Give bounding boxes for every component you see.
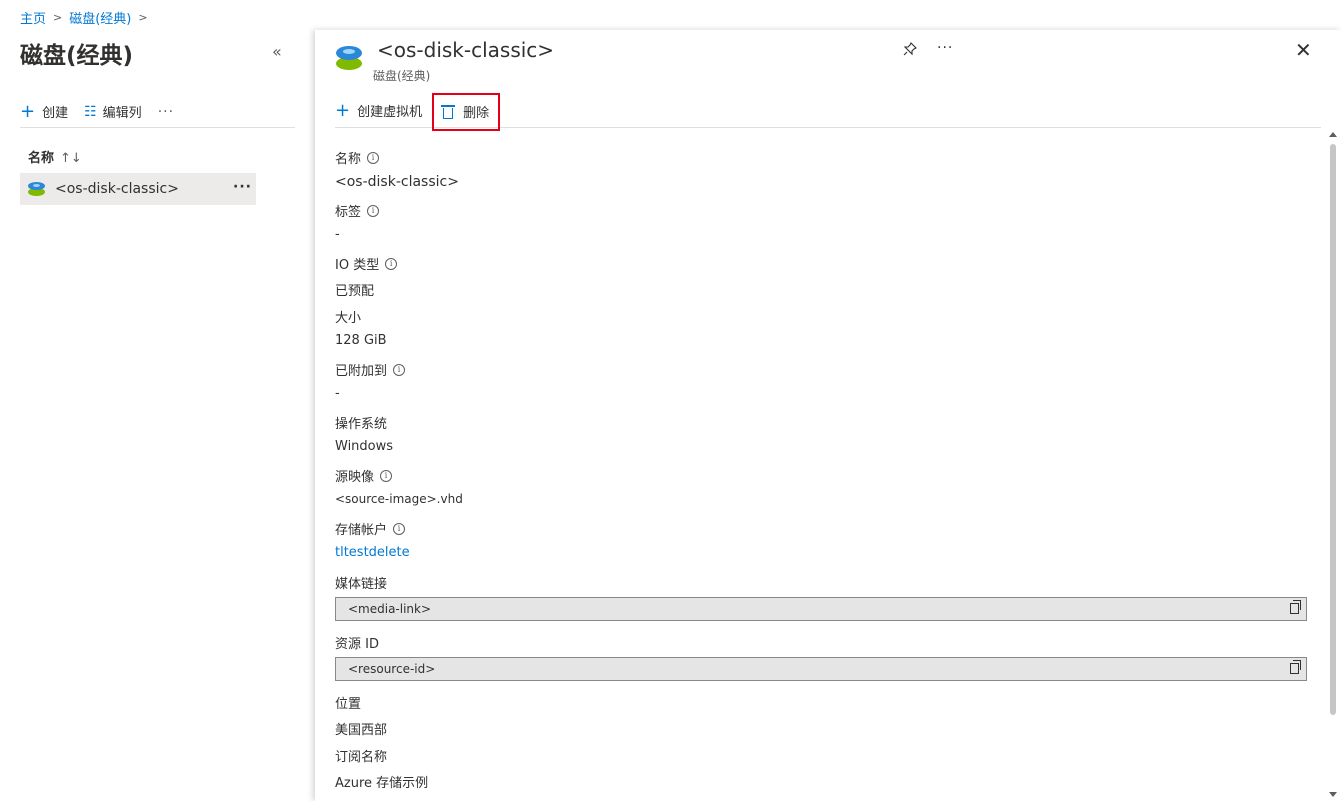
prop-media-link: 媒体链接 <media-link> [335, 573, 1307, 621]
info-icon[interactable]: i [380, 469, 393, 482]
resource-id-field[interactable]: <resource-id> [335, 657, 1307, 681]
delete-button[interactable]: 删除 [432, 92, 501, 131]
prop-label: 位置 [335, 697, 362, 712]
scrollbar-thumb[interactable] [1330, 144, 1336, 715]
prop-value: - [335, 386, 340, 401]
scroll-up-arrow[interactable] [1329, 132, 1337, 137]
create-label: 创建 [42, 106, 69, 121]
info-icon[interactable]: i [393, 363, 406, 376]
breadcrumb: 主页 > 磁盘(经典) > [20, 8, 155, 27]
media-link-value: <media-link> [348, 602, 432, 616]
prop-subscription: 订阅名称 Azure 存储示例 [335, 746, 1307, 791]
chevron-right-icon: > [138, 11, 148, 24]
column-header-name[interactable]: 名称 ↑↓ [28, 147, 82, 166]
prop-value: 美国西部 [335, 723, 388, 738]
prop-value: - [335, 227, 340, 242]
prop-location: 位置 美国西部 [335, 693, 1307, 738]
disk-icon [28, 182, 45, 196]
storage-account-link[interactable]: tltestdelete [335, 545, 1307, 560]
disk-detail-panel: <os-disk-classic> 磁盘(经典) ··· ✕ + 创建虚拟机 删… [315, 30, 1341, 801]
breadcrumb-disks-link[interactable]: 磁盘(经典) [69, 8, 131, 27]
panel-subtitle: 磁盘(经典) [373, 69, 431, 83]
list-item[interactable]: <os-disk-classic> ··· [20, 173, 256, 205]
prop-value: <os-disk-classic> [335, 174, 459, 190]
prop-io-type: IO 类型 i 已预配 [335, 254, 1307, 299]
info-icon[interactable]: i [367, 204, 380, 217]
prop-tags: 标签 i - [335, 201, 1307, 242]
disk-list-pane: 磁盘(经典) « + 创建 ☷ 编辑列 ··· 名称 ↑↓ <os-disk-cl… [0, 30, 300, 801]
prop-value: Windows [335, 439, 394, 454]
disk-icon [336, 46, 362, 70]
column-header-label: 名称 [28, 151, 55, 166]
plus-icon: + [335, 99, 351, 121]
panel-title: <os-disk-classic> [377, 38, 555, 62]
prop-attached-to: 已附加到 i - [335, 360, 1307, 401]
prop-label: 媒体链接 [335, 577, 388, 592]
prop-label: 操作系统 [335, 417, 388, 432]
chevron-right-icon: > [53, 11, 63, 24]
prop-label: 大小 [335, 311, 362, 326]
create-button[interactable]: + 创建 [20, 102, 68, 121]
list-item-name: <os-disk-classic> [55, 181, 179, 197]
copy-icon[interactable] [1290, 600, 1301, 614]
media-link-field[interactable]: <media-link> [335, 597, 1307, 621]
plus-icon: + [20, 100, 36, 122]
pin-icon[interactable] [903, 42, 917, 60]
delete-label: 删除 [463, 106, 490, 121]
prop-value: Azure 存储示例 [335, 776, 429, 791]
info-icon[interactable]: i [385, 257, 398, 270]
trash-icon [441, 104, 456, 119]
resource-id-value: <resource-id> [348, 662, 436, 676]
prop-value: 已预配 [335, 284, 375, 299]
prop-source-image: 源映像 i <source-image>.vhd [335, 466, 1307, 506]
prop-label: 存储帐户 [335, 523, 388, 538]
prop-label: 源映像 [335, 470, 375, 485]
list-toolbar: + 创建 ☷ 编辑列 ··· [20, 96, 295, 128]
copy-icon[interactable] [1290, 660, 1301, 674]
prop-label: 已附加到 [335, 364, 388, 379]
breadcrumb-home-link[interactable]: 主页 [20, 8, 46, 27]
prop-label: IO 类型 [335, 258, 380, 273]
prop-value: 128 GiB [335, 333, 387, 348]
page-title: 磁盘(经典) [20, 43, 134, 69]
prop-label: 标签 [335, 205, 362, 220]
sort-icon[interactable]: ↑↓ [60, 151, 82, 166]
create-vm-button[interactable]: + 创建虚拟机 [335, 101, 422, 120]
info-icon[interactable]: i [393, 522, 406, 535]
info-icon[interactable]: i [367, 151, 380, 164]
edit-columns-label: 编辑列 [102, 106, 142, 121]
row-more-button[interactable]: ··· [233, 179, 252, 195]
prop-os: 操作系统 Windows [335, 413, 1307, 454]
scroll-down-arrow[interactable] [1329, 792, 1337, 797]
edit-columns-button[interactable]: ☷ 编辑列 [84, 102, 142, 122]
close-icon[interactable]: ✕ [1295, 38, 1312, 62]
prop-value: <source-image>.vhd [335, 492, 463, 506]
more-actions-button[interactable]: ··· [158, 104, 174, 120]
panel-toolbar: + 创建虚拟机 删除 [335, 92, 1321, 131]
prop-name: 名称 i <os-disk-classic> [335, 148, 1307, 190]
collapse-icon[interactable]: « [272, 42, 282, 61]
prop-size: 大小 128 GiB [335, 307, 1307, 348]
columns-icon: ☷ [84, 103, 97, 120]
prop-label: 订阅名称 [335, 750, 388, 765]
prop-label: 名称 [335, 152, 362, 167]
panel-more-button[interactable]: ··· [937, 40, 953, 56]
prop-storage-account: 存储帐户 i tltestdelete [335, 519, 1307, 560]
prop-resource-id: 资源 ID <resource-id> [335, 633, 1307, 681]
prop-label: 资源 ID [335, 637, 379, 652]
create-vm-label: 创建虚拟机 [357, 105, 423, 120]
